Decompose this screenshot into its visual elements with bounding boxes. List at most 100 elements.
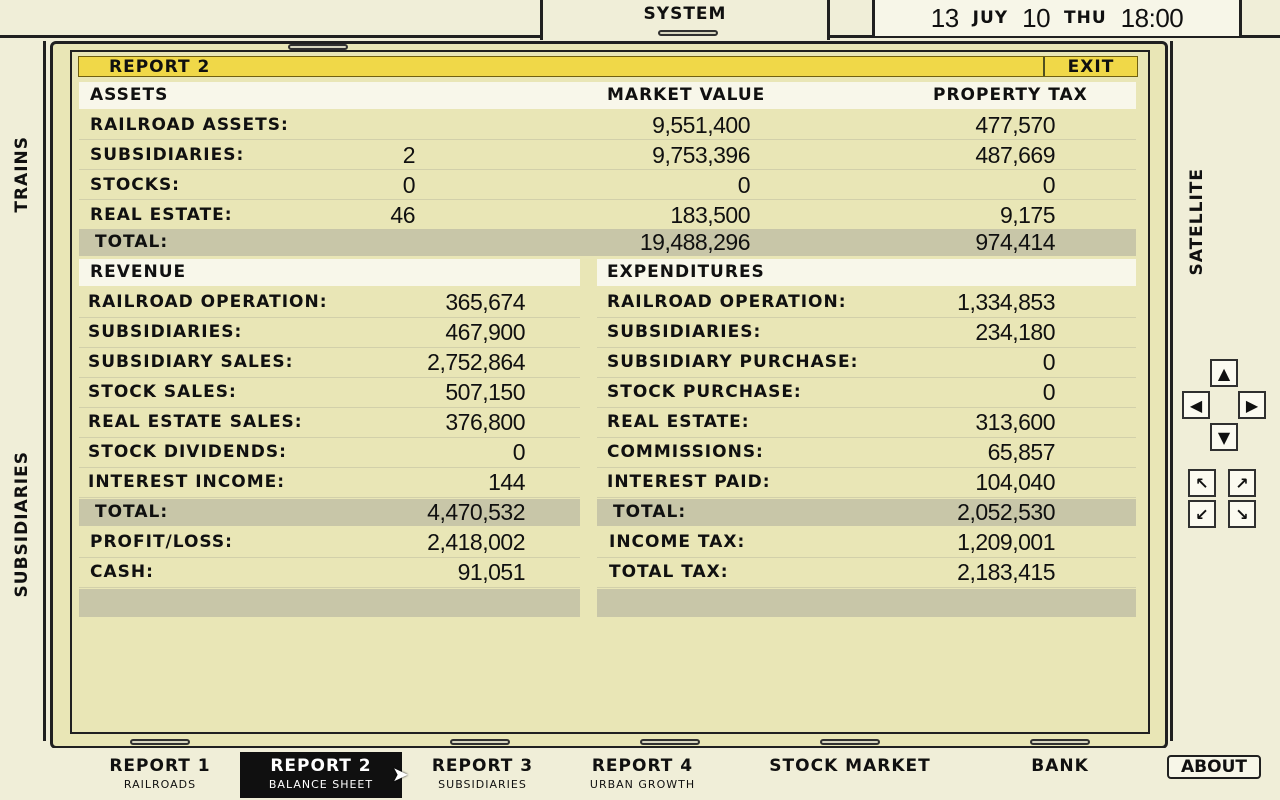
bottom-handle-2[interactable] — [450, 739, 510, 745]
expenditure-label: SUBSIDIARY PURCHASE: — [607, 352, 859, 372]
satellite-tab[interactable]: SATELLITE — [1187, 168, 1207, 276]
tab-sublabel: URBAN GROWTH — [589, 778, 696, 791]
arrow-sw-icon[interactable]: ↙ — [1188, 500, 1216, 528]
revenue-value: 144 — [488, 469, 525, 495]
expenditure-label: STOCK PURCHASE: — [607, 382, 802, 402]
tab-label: REPORT 3 — [431, 756, 534, 776]
revenue-value: 376,800 — [445, 409, 525, 435]
about-button[interactable]: ABOUT — [1167, 755, 1261, 779]
asset-property-tax: 477,570 — [975, 112, 1055, 138]
arrow-ne-icon[interactable]: ↗ — [1228, 469, 1256, 497]
date-year: 10 — [1022, 2, 1051, 33]
expenditure-label: RAILROAD OPERATION: — [607, 292, 847, 312]
subsidiaries-tab[interactable]: SUBSIDIARIES — [12, 451, 32, 597]
assets-total-market-value: 19,488,296 — [639, 229, 751, 255]
expenditure-value: 234,180 — [975, 319, 1055, 345]
expenditures-footer-row — [597, 589, 1136, 617]
row-divider — [597, 377, 1136, 378]
expenditure-value: 104,040 — [975, 469, 1055, 495]
expenditure-label: COMMISSIONS: — [607, 442, 764, 462]
expenditures-total-label: TOTAL: — [613, 502, 687, 522]
row-divider — [79, 557, 580, 558]
assets-total-property-tax: 974,414 — [975, 229, 1055, 255]
revenue-label: STOCK DIVIDENDS: — [88, 442, 287, 462]
expenditure-extra-label: TOTAL TAX: — [609, 562, 729, 582]
row-divider — [79, 467, 580, 468]
system-handle[interactable] — [658, 30, 718, 36]
expenditure-value: 0 — [1042, 349, 1056, 375]
row-divider — [79, 407, 580, 408]
revenue-extra-value: 91,051 — [457, 559, 526, 585]
asset-count: 2 — [402, 142, 416, 168]
date-time: 18:00 — [1120, 2, 1184, 33]
tab-label: REPORT 2 — [270, 756, 372, 776]
row-divider — [79, 317, 580, 318]
revenue-footer-row — [79, 589, 580, 617]
arrow-up-icon[interactable]: ▲ — [1210, 359, 1238, 387]
revenue-label: SUBSIDIARIES: — [88, 322, 243, 342]
revenue-value: 0 — [512, 439, 526, 465]
row-divider — [79, 587, 580, 588]
revenue-value: 365,674 — [445, 289, 525, 315]
revenue-label: REAL ESTATE SALES: — [88, 412, 303, 432]
bottom-handle-5[interactable] — [1030, 739, 1090, 745]
row-divider — [597, 557, 1136, 558]
system-label: SYSTEM — [643, 4, 727, 24]
arrow-left-icon[interactable]: ◀ — [1182, 391, 1210, 419]
revenue-extra-label: PROFIT/LOSS: — [90, 532, 233, 552]
row-divider — [79, 347, 580, 348]
row-divider — [79, 199, 1136, 200]
row-divider — [597, 467, 1136, 468]
asset-market-value: 9,551,400 — [652, 112, 750, 138]
bottom-handle-3[interactable] — [640, 739, 700, 745]
revenue-label: SUBSIDIARY SALES: — [88, 352, 294, 372]
row-divider — [597, 407, 1136, 408]
arrow-se-icon[interactable]: ↘ — [1228, 500, 1256, 528]
revenue-value: 507,150 — [445, 379, 525, 405]
left-sidebar: TRAINS SUBSIDIARIES — [0, 41, 56, 741]
bottom-handle-1[interactable] — [130, 739, 190, 745]
row-divider — [79, 377, 580, 378]
tab-report-1[interactable]: REPORT 1 RAILROADS — [80, 752, 240, 798]
trains-tab[interactable]: TRAINS — [12, 136, 32, 213]
revenue-header: REVENUE — [90, 262, 187, 282]
tab-label: REPORT 1 — [109, 756, 211, 776]
revenue-label: STOCK SALES: — [88, 382, 237, 402]
tab-report-2[interactable]: REPORT 2 BALANCE SHEET — [240, 752, 402, 798]
row-divider — [597, 497, 1136, 498]
tab-sublabel: RAILROADS — [123, 778, 197, 791]
expenditure-value: 0 — [1042, 379, 1056, 405]
property-tax-header: PROPERTY TAX — [933, 85, 1088, 105]
expenditure-extra-value: 1,209,001 — [957, 529, 1055, 555]
asset-property-tax: 9,175 — [999, 202, 1056, 228]
bottom-handle-4[interactable] — [820, 739, 880, 745]
tab-report-6[interactable]: BANK — [1000, 752, 1120, 798]
system-menu-tab[interactable]: SYSTEM — [540, 0, 830, 40]
asset-count: 0 — [402, 172, 416, 198]
revenue-total-label: TOTAL: — [95, 502, 169, 522]
revenue-extra-value: 2,418,002 — [427, 529, 525, 555]
report-title: REPORT 2 — [109, 57, 211, 77]
tab-sublabel: BALANCE SHEET — [268, 778, 374, 791]
row-divider — [79, 437, 580, 438]
arrow-right-icon[interactable]: ▶ — [1238, 391, 1266, 419]
expenditure-label: REAL ESTATE: — [607, 412, 750, 432]
arrow-down-icon[interactable]: ▼ — [1210, 423, 1238, 451]
row-divider — [597, 317, 1136, 318]
tab-report-4[interactable]: REPORT 4 URBAN GROWTH — [565, 752, 720, 798]
expenditure-value: 313,600 — [975, 409, 1055, 435]
asset-label: SUBSIDIARIES: — [90, 145, 245, 165]
tab-sublabel: SUBSIDIARIES — [438, 778, 527, 791]
asset-property-tax: 487,669 — [975, 142, 1055, 168]
asset-market-value: 0 — [737, 172, 751, 198]
expenditures-total-value: 2,052,530 — [957, 499, 1055, 525]
mouse-cursor-icon: ➤ — [392, 762, 409, 786]
tab-report-5[interactable]: STOCK MARKET — [735, 752, 965, 798]
assets-header: ASSETS — [90, 85, 169, 105]
expenditure-label: SUBSIDIARIES: — [607, 322, 762, 342]
exit-button[interactable]: EXIT — [1043, 57, 1137, 77]
arrow-nw-icon[interactable]: ↖ — [1188, 469, 1216, 497]
asset-market-value: 9,753,396 — [652, 142, 750, 168]
tab-report-3[interactable]: REPORT 3 SUBSIDIARIES — [405, 752, 560, 798]
market-value-header: MARKET VALUE — [607, 85, 766, 105]
